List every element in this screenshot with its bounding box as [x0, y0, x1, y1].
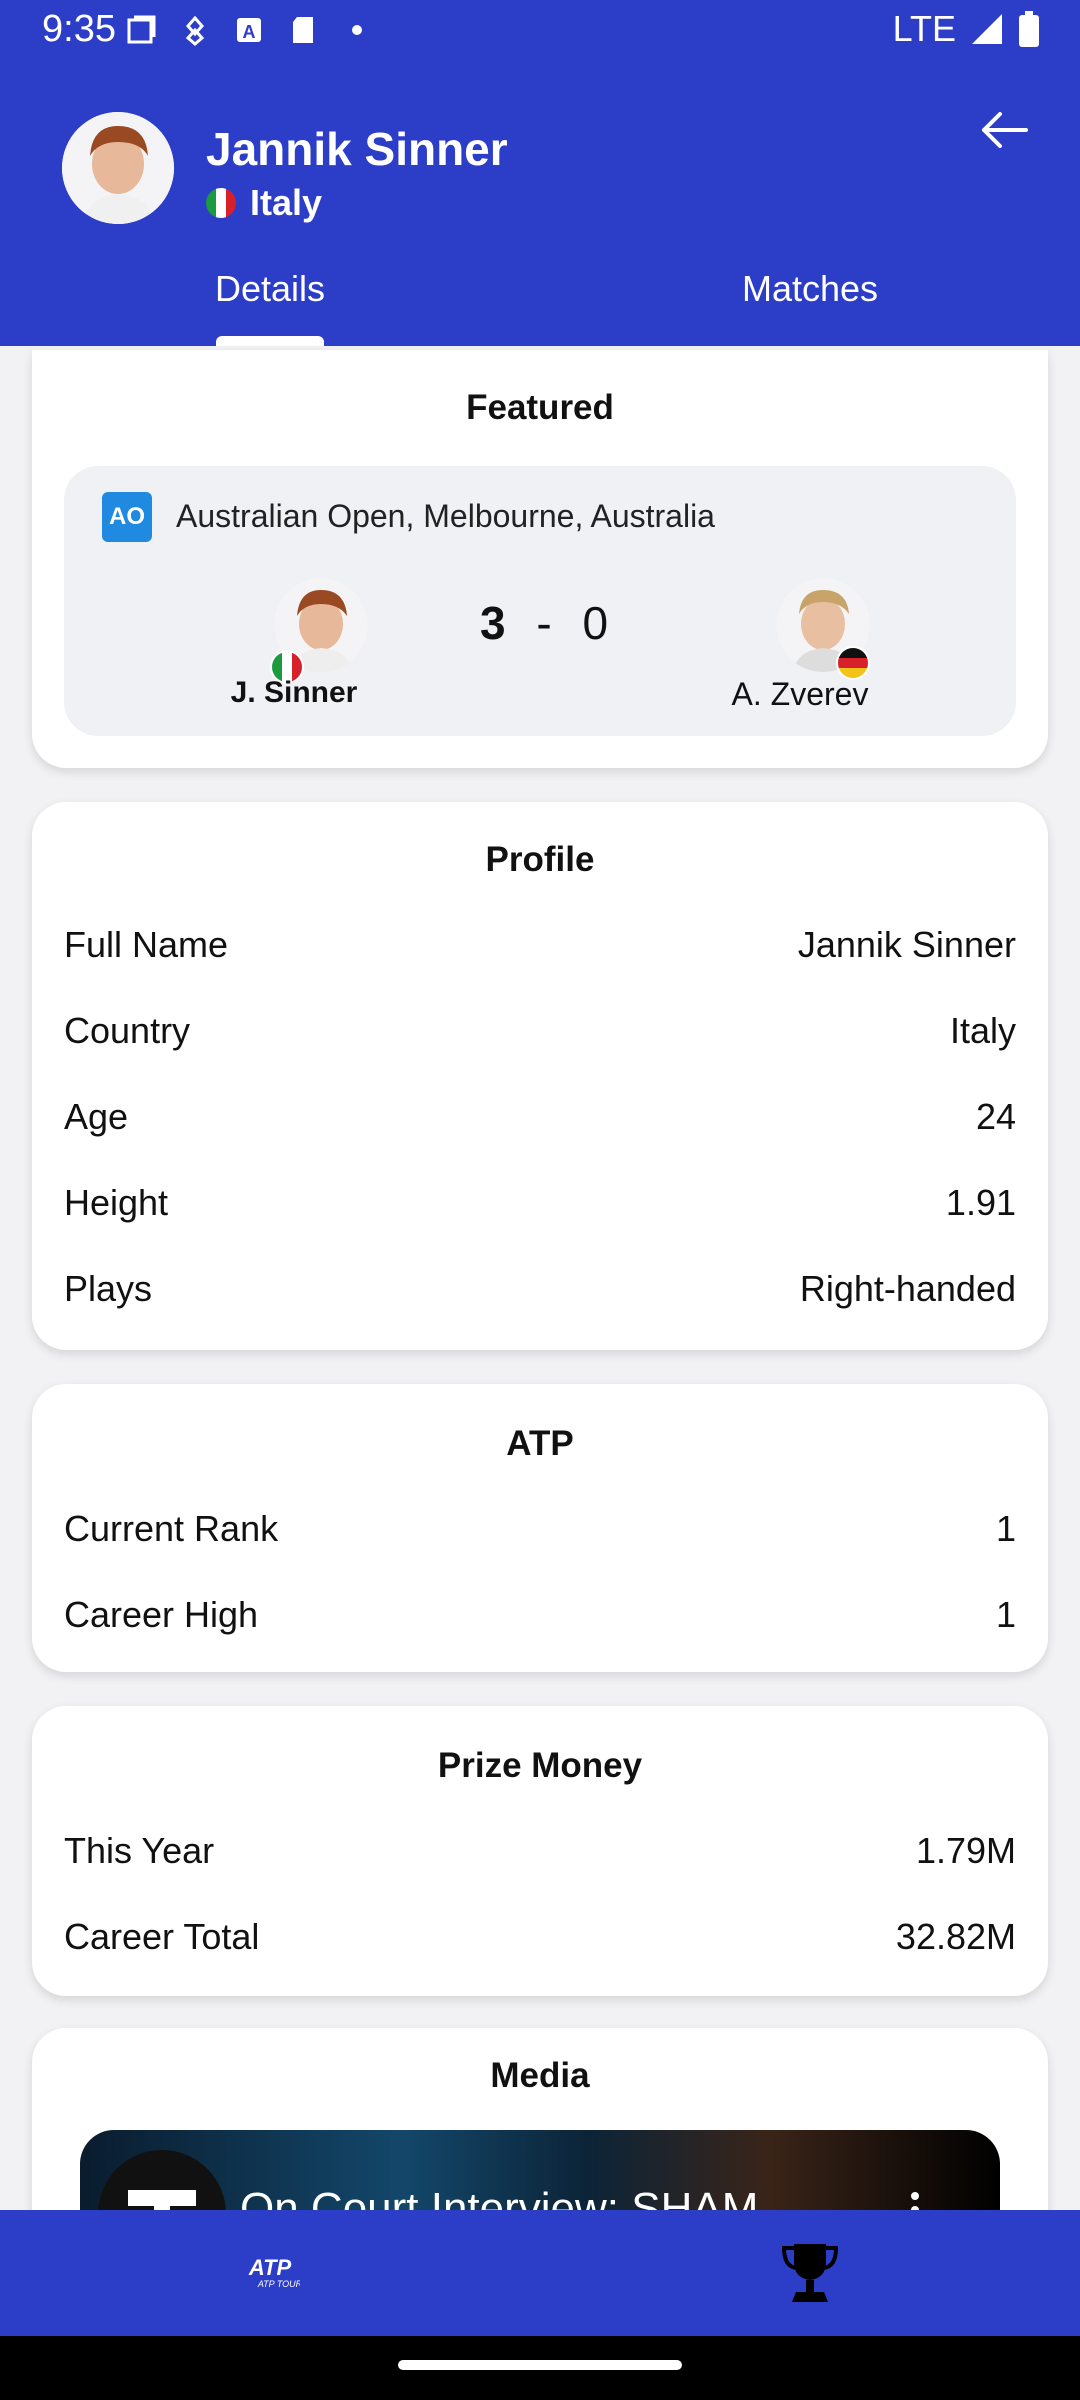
match-score: 3 - 0: [444, 596, 644, 650]
row-label: Career Total: [64, 1916, 260, 1957]
row-value: 24: [975, 1096, 1016, 1137]
profile-row-height: Height 1.91: [32, 1182, 1048, 1268]
tab-details[interactable]: Details: [0, 262, 540, 346]
svg-text:ATP TOUR: ATP TOUR: [257, 2279, 300, 2289]
italy-flag-icon: [206, 188, 236, 218]
atp-title: ATP: [506, 1424, 574, 1463]
row-label: Age: [64, 1096, 129, 1137]
atp-card: ATP Current Rank 1 Career High 1: [32, 1384, 1048, 1672]
row-label: Country: [64, 1010, 191, 1051]
prize-row-career-total: Career Total 32.82M: [32, 1916, 1048, 2002]
player2-score: 0: [582, 597, 609, 649]
row-value: 1.79M: [915, 1830, 1016, 1871]
data-saver-icon: [185, 15, 205, 46]
profile-row-country: Country Italy: [32, 1010, 1048, 1096]
font-icon: A: [237, 18, 261, 42]
media-title: Media: [490, 2056, 590, 2095]
player1-score: 3: [479, 597, 506, 649]
row-value: 1: [995, 1594, 1016, 1635]
row-label: Height: [64, 1182, 169, 1223]
score-separator: -: [536, 597, 552, 649]
battery-icon: [1019, 11, 1039, 47]
atp-row-current-rank: Current Rank 1: [32, 1508, 1048, 1594]
sd-card-icon: [293, 17, 313, 43]
arrow-left-icon[interactable]: [970, 100, 1040, 160]
profile-title: Profile: [485, 840, 595, 879]
prize-row-this-year: This Year 1.79M: [32, 1830, 1048, 1916]
nav-trophy[interactable]: [540, 2210, 1080, 2336]
featured-title: Featured: [466, 388, 614, 427]
tab-bar: Details Matches: [0, 262, 1080, 346]
home-gesture-pill[interactable]: [398, 2360, 682, 2370]
row-label: Full Name: [64, 924, 229, 965]
network-type: LTE: [892, 8, 956, 49]
row-label: Current Rank: [64, 1508, 279, 1549]
status-time: 9:35: [42, 8, 116, 50]
status-right: LTE: [893, 8, 1040, 50]
notification-icons: A: [126, 14, 372, 46]
profile-row-plays: Plays Right-handed: [32, 1268, 1048, 1354]
screenshot-icon: [127, 15, 156, 44]
profile-card: Profile Full Name Jannik Sinner Country It…: [32, 802, 1048, 1350]
nav-atp-tour[interactable]: ATP ATP TOUR: [0, 2210, 540, 2336]
featured-card: Featured AO Australian Open, Melbourne, …: [32, 350, 1048, 768]
signal-icon: [972, 14, 1002, 44]
prize-money-title: Prize Money: [437, 1746, 643, 1785]
row-value: 1: [995, 1508, 1016, 1549]
australian-open-icon: AO: [102, 492, 152, 542]
player-name: Jannik Sinner: [206, 123, 508, 175]
player2-name: A. Zverev: [731, 676, 869, 712]
row-label: Career High: [64, 1594, 259, 1635]
row-label: This Year: [64, 1830, 215, 1871]
bottom-nav: ATP ATP TOUR: [0, 2210, 1080, 2336]
row-label: Plays: [64, 1268, 153, 1309]
svg-text:A: A: [243, 22, 256, 42]
svg-text:ATP: ATP: [248, 2255, 292, 2280]
dot-icon: [352, 25, 362, 35]
atp-row-career-high: Career High 1: [32, 1594, 1048, 1680]
germany-flag-icon: [836, 646, 870, 680]
player-country: Italy: [206, 182, 322, 224]
row-value: Italy: [949, 1010, 1016, 1051]
row-value: Right-handed: [799, 1268, 1016, 1309]
app-header: 9:35 A LTE Jannik Sinner Italy Details M…: [0, 0, 1080, 346]
row-value: 32.82M: [895, 1916, 1016, 1957]
player-country-label: Italy: [250, 182, 323, 223]
profile-row-full-name: Full Name Jannik Sinner: [32, 924, 1048, 1010]
tournament-name: Australian Open, Melbourne, Australia: [176, 498, 715, 534]
row-value: Jannik Sinner: [797, 924, 1016, 965]
profile-row-age: Age 24: [32, 1096, 1048, 1182]
player-avatar: [62, 112, 174, 224]
system-nav-bar: [0, 2336, 1080, 2400]
row-value: 1.91: [945, 1182, 1016, 1223]
atp-tour-logo-icon: ATP ATP TOUR: [248, 2255, 300, 2289]
player1-name: J. Sinner: [230, 676, 358, 709]
prize-money-card: Prize Money This Year 1.79M Career Total 3…: [32, 1706, 1048, 1996]
status-bar: 9:35 A LTE: [0, 0, 1080, 62]
featured-match[interactable]: AO Australian Open, Melbourne, Australia…: [64, 466, 1016, 736]
tab-matches[interactable]: Matches: [540, 262, 1080, 346]
tab-indicator: [216, 336, 324, 346]
trophy-icon: [781, 2244, 839, 2302]
